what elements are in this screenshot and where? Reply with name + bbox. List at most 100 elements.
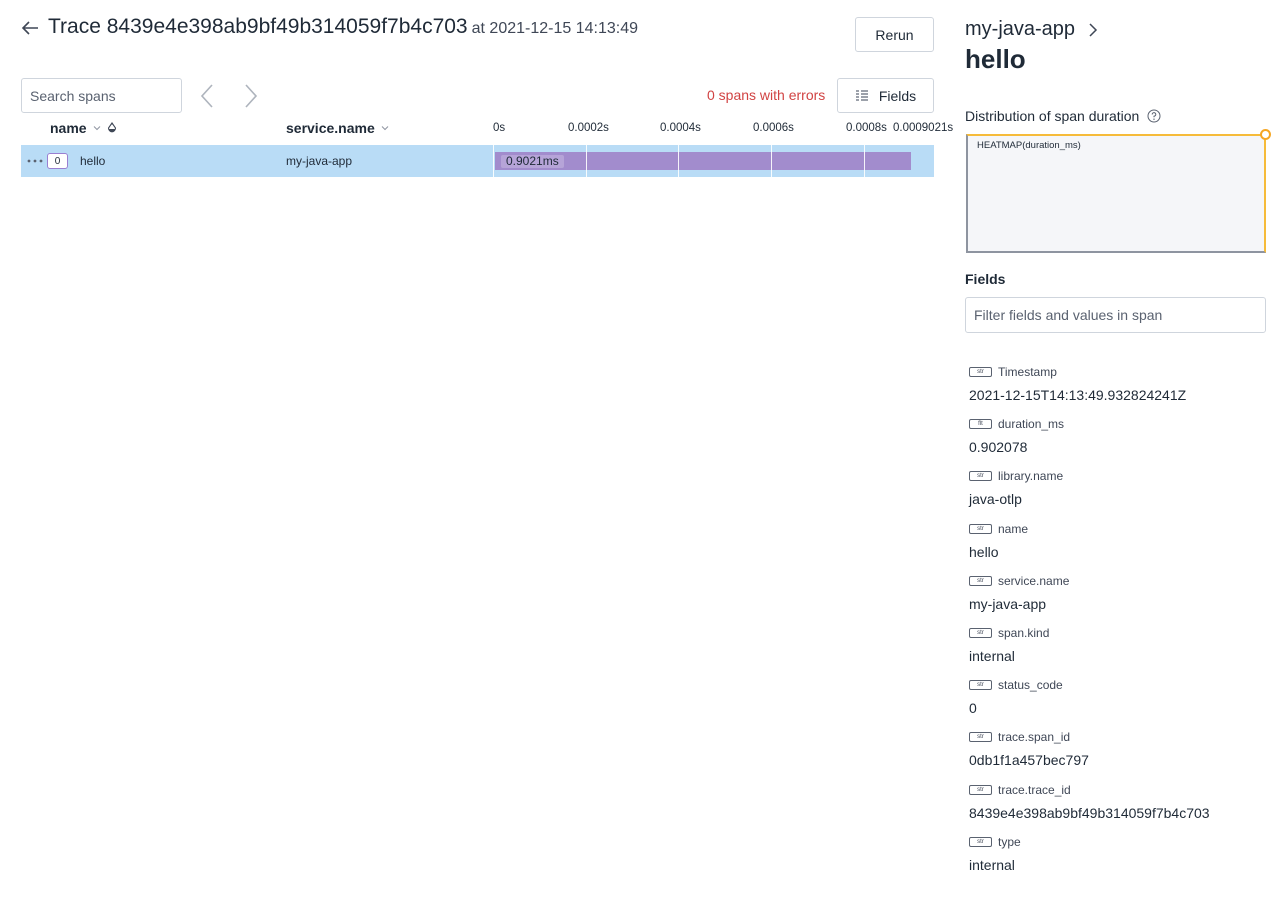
- distribution-title-text: Distribution of span duration: [965, 108, 1140, 124]
- fields-button-label: Fields: [878, 87, 917, 104]
- list-icon: [855, 89, 868, 101]
- service-breadcrumb: my-java-app: [965, 18, 1099, 41]
- span-service: my-java-app: [286, 154, 353, 168]
- field-key-name: span.kind: [998, 626, 1050, 640]
- timeline-tick: 0.0009021s: [893, 122, 954, 134]
- field-key-name: duration_ms: [998, 417, 1065, 432]
- column-header-name[interactable]: name: [50, 120, 117, 136]
- field-key-name: service.name: [998, 573, 1070, 588]
- field-key-name: trace.span_id: [998, 730, 1071, 745]
- span-duration-label: 0.9021ms: [501, 155, 564, 168]
- field-key: str Timestamp: [969, 364, 1186, 380]
- timeline-grid-line: [585, 145, 587, 177]
- field-item[interactable]: str name hello: [969, 521, 1028, 560]
- field-type-badge: str: [969, 523, 992, 534]
- field-item[interactable]: str Timestamp 2021-12-15T14:13:49.93282424…: [969, 364, 1186, 403]
- field-value: java-otlp: [969, 491, 1022, 508]
- field-item[interactable]: flt duration_ms 0.902078: [969, 416, 1064, 455]
- span-row[interactable]: 0 hello my-java-app 0.9021ms: [21, 145, 934, 177]
- timeline-tick: 0.0002s: [568, 122, 609, 134]
- breadcrumb-service[interactable]: my-java-app: [965, 18, 1075, 41]
- field-value: 8439e4e398ab9bf49b314059f7b4c703: [969, 804, 1210, 821]
- field-key-name: library.name: [998, 469, 1064, 484]
- field-type-badge: str: [969, 471, 992, 482]
- span-name: hello: [80, 154, 106, 168]
- trace-id: 8439e4e398ab9bf49b314059f7b4c703: [106, 15, 468, 38]
- trace-timestamp: at 2021-12-15 14:13:49: [471, 20, 638, 37]
- field-item[interactable]: str type internal: [969, 834, 1021, 873]
- field-value: 0: [969, 700, 977, 717]
- field-type-badge: str: [969, 680, 992, 691]
- timeline-tick: 0.0004s: [660, 122, 701, 134]
- chevron-right-icon[interactable]: [1087, 21, 1099, 39]
- field-type-badge: str: [969, 367, 992, 377]
- duration-heatmap[interactable]: HEATMAP(duration_ms): [966, 129, 1271, 253]
- chevron-left-icon: [200, 84, 213, 108]
- field-key-name: type: [998, 834, 1021, 849]
- column-name-label: name: [50, 120, 87, 136]
- field-key: str span.kind: [969, 625, 1049, 641]
- span-timeline: 0.9021ms: [493, 145, 934, 177]
- field-key: str status_code: [969, 677, 1063, 693]
- field-key-name: status_code: [998, 678, 1063, 693]
- field-value: internal: [969, 648, 1015, 664]
- timeline-grid-line: [863, 145, 865, 177]
- field-key: str trace.trace_id: [969, 782, 1210, 798]
- field-value: hello: [969, 543, 999, 560]
- field-item[interactable]: str trace.span_id 0db1f1a457bec797: [969, 729, 1089, 768]
- heatmap-label: HEATMAP(duration_ms): [977, 140, 1081, 151]
- field-item[interactable]: str span.kind internal: [969, 625, 1049, 664]
- field-value: 0.902078: [969, 439, 1028, 456]
- column-service-label: service.name: [286, 120, 375, 136]
- timeline-grid-line: [493, 145, 494, 177]
- back-arrow-icon[interactable]: [19, 17, 41, 39]
- timeline-tick: 0s: [493, 122, 506, 134]
- field-type-badge: str: [969, 784, 992, 795]
- field-key-name: Timestamp: [998, 365, 1057, 379]
- previous-span-button[interactable]: [191, 80, 223, 112]
- help-icon[interactable]: [1147, 109, 1161, 123]
- errors-count[interactable]: 0 spans with errors: [707, 87, 825, 103]
- field-key: str trace.span_id: [969, 729, 1089, 745]
- fields-section-title: Fields: [965, 271, 1006, 287]
- field-type-badge: flt: [969, 419, 992, 430]
- fields-button[interactable]: Fields: [837, 78, 934, 113]
- field-key: str name: [969, 521, 1028, 537]
- heatmap-marker-icon: [1260, 129, 1271, 140]
- field-value: 2021-12-15T14:13:49.932824241Z: [969, 387, 1187, 403]
- span-title: hello: [965, 44, 1026, 74]
- field-type-badge: str: [969, 732, 992, 743]
- next-span-button[interactable]: [235, 80, 267, 112]
- rerun-button[interactable]: Rerun: [855, 17, 934, 52]
- field-key: flt duration_ms: [969, 416, 1064, 432]
- page-title: Trace 8439e4e398ab9bf49b314059f7b4c703 at…: [48, 15, 638, 39]
- span-duration-bar[interactable]: 0.9021ms: [495, 152, 911, 170]
- child-count-badge[interactable]: 0: [47, 153, 68, 169]
- timeline-tick: 0.0008s: [846, 122, 887, 134]
- more-dots-icon[interactable]: [26, 156, 46, 166]
- field-type-badge: str: [969, 836, 992, 847]
- search-spans-input[interactable]: [21, 78, 182, 113]
- chevron-down-icon: [381, 126, 389, 131]
- field-type-badge: str: [969, 628, 992, 638]
- drop-icon[interactable]: [107, 122, 117, 134]
- field-value: 0db1f1a457bec797: [969, 752, 1089, 769]
- field-item[interactable]: str trace.trace_id 8439e4e398ab9bf49b31405…: [969, 782, 1210, 821]
- field-key-name: trace.trace_id: [998, 782, 1071, 797]
- field-item[interactable]: str service.name my-java-app: [969, 573, 1069, 612]
- field-item[interactable]: str library.name java-otlp: [969, 468, 1063, 507]
- field-key-name: name: [998, 521, 1029, 536]
- field-item[interactable]: str status_code 0: [969, 677, 1063, 716]
- timeline-tick: 0.0006s: [753, 122, 794, 134]
- field-key: str type: [969, 834, 1021, 850]
- field-key: str library.name: [969, 468, 1063, 484]
- field-value: my-java-app: [969, 595, 1047, 612]
- chevron-right-icon: [245, 84, 258, 108]
- distribution-title: Distribution of span duration: [965, 108, 1161, 124]
- timeline-grid-line: [678, 145, 680, 177]
- title-prefix: Trace: [48, 15, 101, 38]
- column-header-service[interactable]: service.name: [286, 120, 389, 136]
- filter-fields-input[interactable]: [965, 297, 1266, 333]
- field-key: str service.name: [969, 573, 1069, 589]
- chevron-down-icon: [93, 126, 100, 131]
